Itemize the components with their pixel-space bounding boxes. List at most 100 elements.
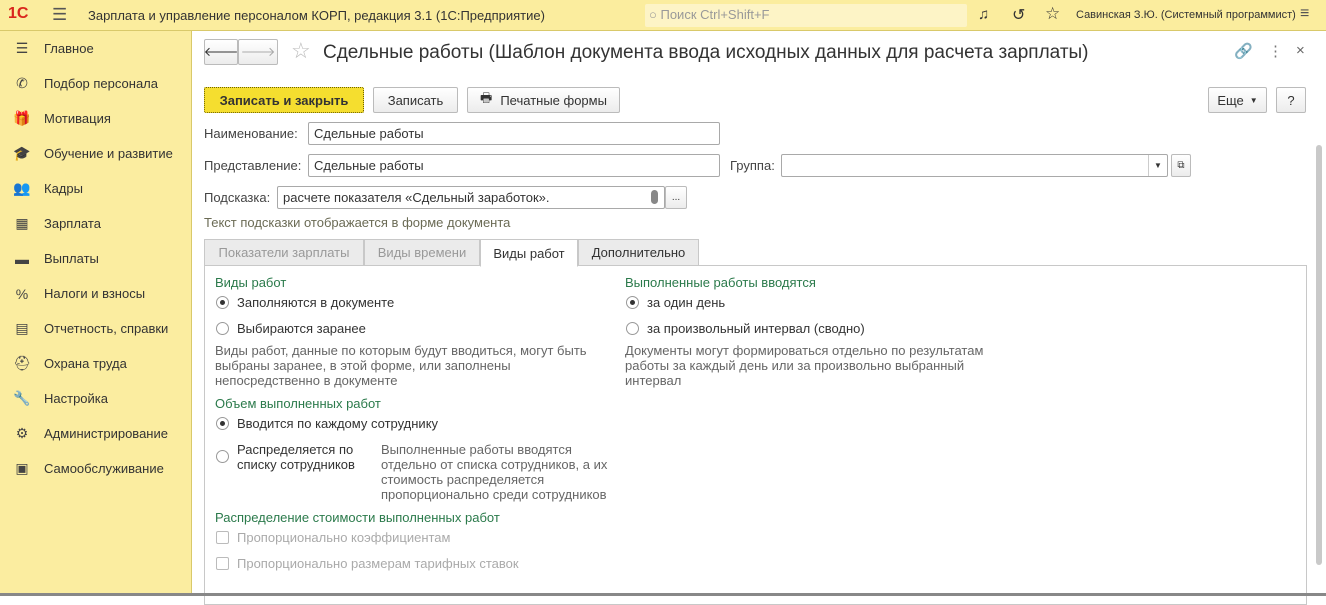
- search-input[interactable]: ○ Поиск Ctrl+Shift+F: [645, 4, 967, 27]
- sidebar-icon: ☰: [15, 40, 29, 56]
- distribution-opt2-label: Пропорционально размерам тарифных ставок: [237, 556, 519, 571]
- sidebar-icon: ▬: [15, 250, 29, 267]
- group-open-button[interactable]: ⧉: [1171, 154, 1191, 177]
- group-dropdown-button[interactable]: ▼: [1148, 155, 1167, 176]
- sidebar-item[interactable]: ✆ Подбор персонала: [0, 66, 192, 101]
- sidebar-item[interactable]: 🎓 Обучение и развитие: [0, 136, 192, 171]
- more-label: Еще: [1217, 92, 1244, 108]
- sidebar-icon: ▤: [15, 320, 29, 336]
- group-label: Группа:: [730, 158, 775, 173]
- sidebar-item[interactable]: ⛑ Охрана труда: [0, 346, 192, 381]
- volume-opt1-label: Вводится по каждому сотруднику: [237, 416, 439, 431]
- bell-icon[interactable]: ♫: [978, 6, 989, 23]
- favorite-star-icon[interactable]: ☆: [291, 38, 311, 64]
- search-placeholder: Поиск Ctrl+Shift+F: [660, 7, 770, 22]
- sidebar-item[interactable]: 🎁 Мотивация: [0, 101, 192, 136]
- settings-menu-icon[interactable]: ≡: [1300, 5, 1309, 23]
- distribution-opt1-label: Пропорционально коэффициентам: [237, 530, 451, 545]
- sidebar-item[interactable]: 🔧 Настройка: [0, 381, 192, 416]
- volume-distributed-radio[interactable]: [216, 450, 229, 463]
- sidebar-item-label: Кадры: [44, 181, 83, 196]
- sidebar-item-label: Подбор персонала: [44, 76, 158, 91]
- tab-additional[interactable]: Дополнительно: [578, 239, 699, 266]
- link-icon[interactable]: 🔗: [1234, 42, 1253, 60]
- entered-interval-radio[interactable]: [626, 322, 639, 335]
- user-name[interactable]: Савинская З.Ю. (Системный программист): [1076, 9, 1296, 21]
- arrow-right-icon: 🡒: [240, 44, 276, 59]
- open-icon: ⧉: [1177, 160, 1185, 171]
- hint-input[interactable]: расчете показателя «Сдельный заработок».: [277, 186, 665, 209]
- tab-work-types[interactable]: Виды работ: [480, 239, 578, 267]
- back-button[interactable]: 🡐: [204, 39, 238, 65]
- work-types-in-document-radio[interactable]: [216, 296, 229, 309]
- sidebar-icon: ▦: [15, 215, 29, 231]
- work-types-opt1-label: Заполняются в документе: [237, 295, 395, 310]
- sidebar-icon: ✆: [16, 75, 28, 91]
- entered-note: Документы могут формироваться отдельно п…: [625, 343, 984, 388]
- sidebar-item-label: Отчетность, справки: [44, 321, 169, 336]
- sidebar-item[interactable]: % Налоги и взносы: [0, 276, 192, 311]
- sidebar-icon: 🔧: [13, 390, 31, 406]
- name-input[interactable]: Сдельные работы: [308, 122, 720, 145]
- sidebar-icon: 🎁: [13, 110, 31, 126]
- hint-label: Подсказка:: [204, 190, 271, 205]
- sidebar-item[interactable]: ▣ Самообслуживание: [0, 451, 192, 486]
- sidebar-item[interactable]: ▦ Зарплата: [0, 206, 192, 241]
- chevron-down-icon: ▼: [1154, 161, 1162, 170]
- page-title: Сдельные работы (Шаблон документа ввода …: [323, 42, 1089, 63]
- proportional-tariff-checkbox[interactable]: [216, 557, 229, 570]
- sidebar-item-label: Выплаты: [44, 251, 99, 266]
- close-icon[interactable]: ×: [1296, 42, 1305, 59]
- volume-per-employee-radio[interactable]: [216, 417, 229, 430]
- vertical-scrollbar[interactable]: [1316, 145, 1322, 565]
- sidebar-item[interactable]: ▤ Отчетность, справки: [0, 311, 192, 346]
- work-types-heading: Виды работ: [215, 275, 287, 290]
- representation-input[interactable]: Сдельные работы: [308, 154, 720, 177]
- ellipsis-icon: ...: [671, 192, 681, 203]
- volume-heading: Объем выполненных работ: [215, 396, 381, 411]
- sidebar-item-label: Настройка: [44, 391, 108, 406]
- more-button[interactable]: Еще ▼: [1208, 87, 1267, 113]
- sidebar-item-label: Мотивация: [44, 111, 111, 126]
- sidebar-icon: 🎓: [13, 145, 31, 161]
- sidebar-item-label: Охрана труда: [44, 356, 127, 371]
- work-types-preselected-radio[interactable]: [216, 322, 229, 335]
- representation-label: Представление:: [204, 158, 302, 173]
- tab-time-types[interactable]: Виды времени: [364, 239, 480, 266]
- sidebar-item-label: Налоги и взносы: [44, 286, 146, 301]
- sidebar-item[interactable]: ☰ Главное: [0, 31, 192, 66]
- printer-icon: 🖶: [480, 90, 493, 105]
- history-icon[interactable]: ↺: [1012, 5, 1025, 25]
- print-forms-button[interactable]: 🖶 Печатные формы: [467, 87, 620, 113]
- sidebar-item[interactable]: 👥 Кадры: [0, 171, 192, 206]
- save-button[interactable]: Записать: [373, 87, 458, 113]
- sidebar-item[interactable]: ▬ Выплаты: [0, 241, 192, 276]
- tab-salary-indicators[interactable]: Показатели зарплаты: [204, 239, 364, 266]
- hint-scrollbar[interactable]: [651, 190, 658, 204]
- more-vertical-icon[interactable]: ⋮: [1268, 42, 1283, 60]
- sidebar-icon: ⚙: [15, 425, 29, 441]
- forward-button[interactable]: 🡒: [238, 39, 278, 65]
- top-bar: 1С ☰ Зарплата и управление персоналом КО…: [0, 0, 1326, 31]
- menu-icon[interactable]: ☰: [52, 5, 67, 25]
- entered-heading: Выполненные работы вводятся: [625, 275, 816, 290]
- proportional-coefficients-checkbox[interactable]: [216, 531, 229, 544]
- group-input[interactable]: [781, 154, 1168, 177]
- hint-edit-button[interactable]: ...: [665, 186, 687, 209]
- sidebar-item[interactable]: ⚙ Администрирование: [0, 416, 192, 451]
- entered-one-day-radio[interactable]: [626, 296, 639, 309]
- sidebar-item-label: Обучение и развитие: [44, 146, 173, 161]
- arrow-left-icon: 🡐: [203, 44, 239, 59]
- tab-panel: [204, 265, 1307, 605]
- save-and-close-button[interactable]: Записать и закрыть: [204, 87, 364, 113]
- chevron-down-icon: ▼: [1249, 95, 1258, 105]
- help-button[interactable]: ?: [1276, 87, 1306, 113]
- volume-opt2-label: Распределяется по списку сотрудников: [237, 442, 355, 472]
- print-forms-label: Печатные формы: [500, 92, 607, 108]
- sidebar: ☰ Главное ✆ Подбор персонала 🎁 Мотивация 🎓 Обуч…: [0, 31, 192, 596]
- sidebar-icon: %: [15, 285, 29, 302]
- sidebar-item-label: Администрирование: [44, 426, 168, 441]
- favorites-star-icon[interactable]: ☆: [1045, 4, 1060, 24]
- search-icon: ○: [649, 7, 657, 22]
- sidebar-icon: 👥: [13, 180, 31, 196]
